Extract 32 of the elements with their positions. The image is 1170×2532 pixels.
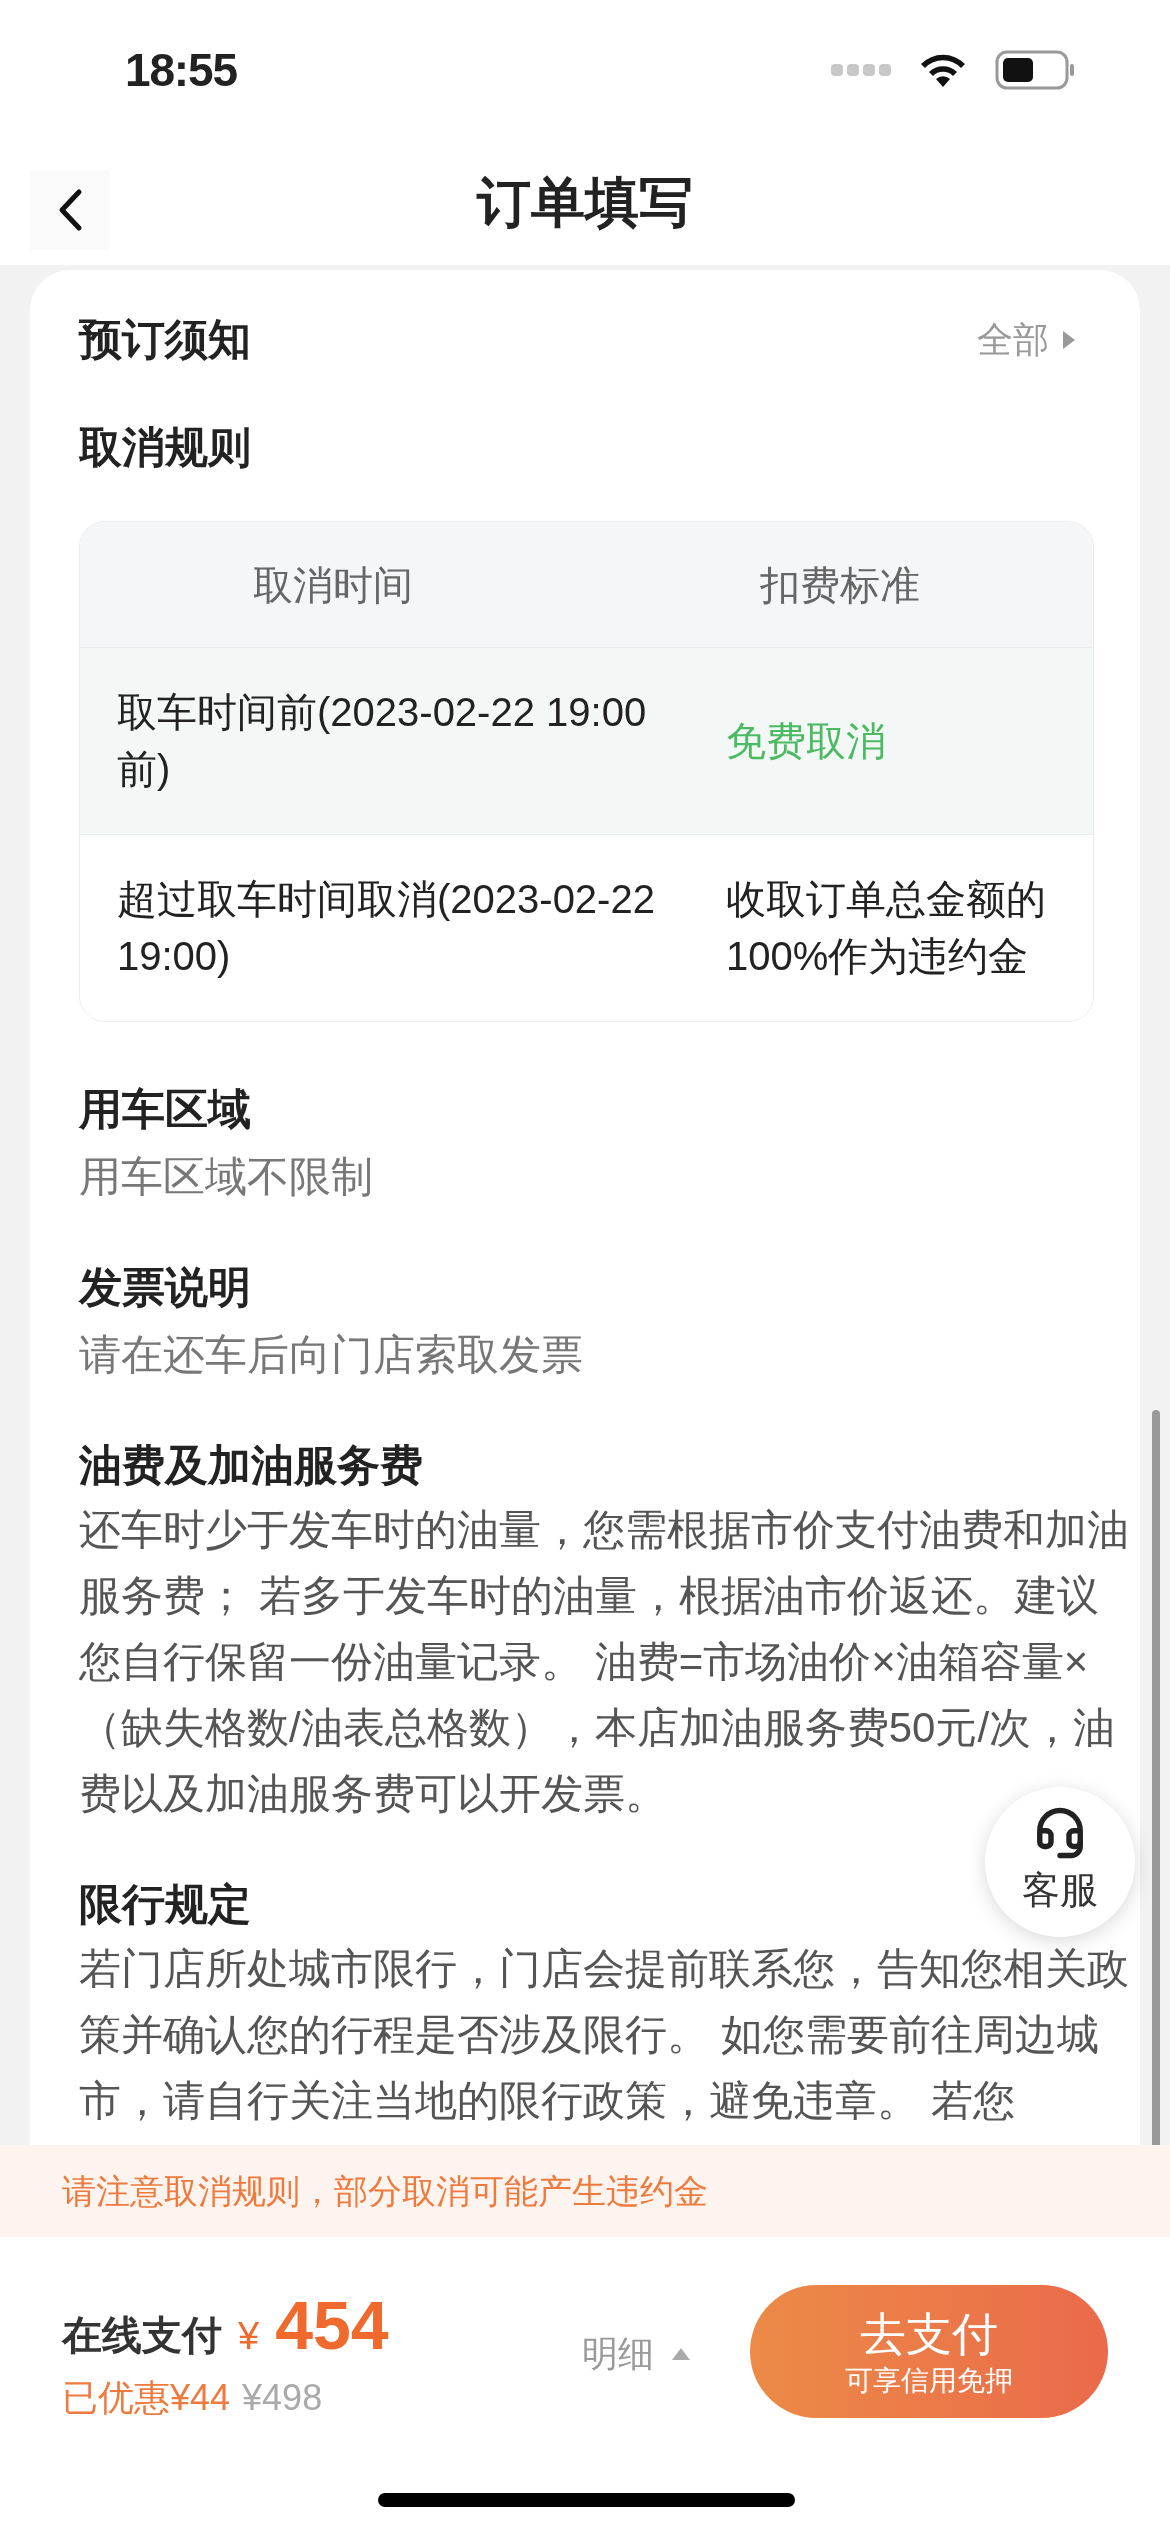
section-title: 预订须知 [79, 314, 251, 365]
column-header: 扣费标准 [759, 561, 920, 609]
warning-text: 请注意取消规则，部分取消可能产生违约金 [62, 2170, 708, 2212]
battery-icon [995, 50, 1075, 90]
status-time: 18:55 [125, 42, 237, 98]
payment-label: 在线支付 [62, 2312, 222, 2359]
table-cell: 取车时间前(2023-02-22 19:00前) [117, 690, 647, 791]
back-icon [57, 188, 83, 232]
payment-amount: 454 [275, 2286, 389, 2365]
caret-icon [1063, 330, 1075, 349]
details-button[interactable]: 明细 [582, 2327, 690, 2381]
view-all-link[interactable]: 全部 [977, 312, 1075, 367]
signal-icon [831, 63, 891, 77]
section-title: 用车区域 [79, 1084, 251, 1135]
original-price: ¥498 [242, 2376, 323, 2420]
table-cell: 超过取车时间取消(2023-02-22 19:00) [117, 877, 655, 978]
section-paragraph: 若门店所处城市限行，门店会提前联系您，告知您相关政策并确认您的行程是否涉及限行。 如您需要前往周边城市，请自行关注当地的限行政策，避免违章。 若您 [79, 1944, 1130, 2126]
section-title: 限行规定 [79, 1879, 251, 1930]
section-title: 油费及加油服务费 [79, 1440, 423, 1491]
page-title: 订单填写 [477, 171, 693, 234]
table-cell: 免费取消 [726, 718, 886, 763]
section-text: 请在还车后向门店索取发票 [79, 1330, 583, 1380]
column-header: 取消时间 [253, 561, 414, 609]
currency-sign: ¥ [238, 2314, 260, 2359]
pay-button[interactable]: 去支付 可享信用免押 [750, 2285, 1108, 2418]
discount-text: 已优惠¥44 [62, 2376, 231, 2420]
section-text: 用车区域不限制 [79, 1152, 373, 1202]
section-title: 取消规则 [79, 422, 251, 473]
back-button[interactable] [30, 170, 110, 250]
table-cell: 收取订单总金额的100%作为违约金 [726, 877, 1046, 978]
section-title: 发票说明 [79, 1262, 251, 1313]
caret-up-icon [672, 2348, 690, 2360]
